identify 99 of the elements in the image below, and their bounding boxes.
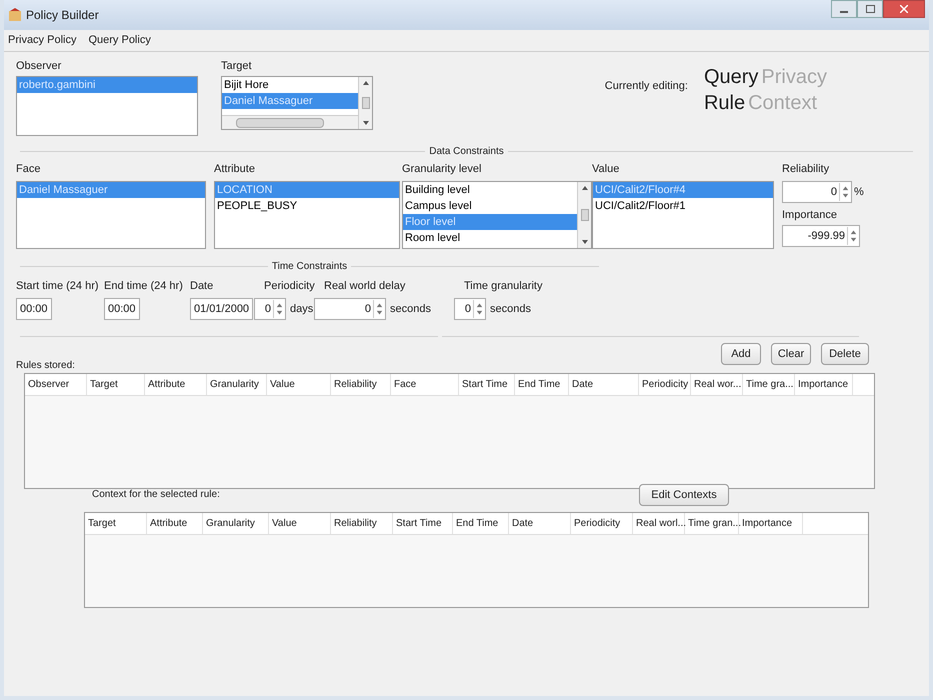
column-header[interactable]: Face xyxy=(391,374,459,395)
list-item[interactable]: Bijit Hore xyxy=(222,77,358,93)
text-field[interactable]: 01/01/2000 xyxy=(190,298,254,320)
column-header[interactable]: Attribute xyxy=(147,513,203,534)
column-header[interactable]: Granularity xyxy=(207,374,267,395)
list-item[interactable]: Room level xyxy=(403,230,577,246)
vertical-scrollbar[interactable] xyxy=(358,77,372,129)
list-box[interactable]: UCI/Calit2/Floor#4 UCI/Calit2/Floor#1 xyxy=(592,181,774,249)
column-header[interactable]: End Time xyxy=(515,374,569,395)
field-label: Attribute xyxy=(214,162,256,177)
column-header[interactable]: Reliability xyxy=(331,513,393,534)
text-field[interactable]: 00:00 xyxy=(16,298,52,320)
unit-label: seconds xyxy=(490,302,531,317)
field-label: Periodicity xyxy=(263,279,314,294)
spinner-arrows-icon[interactable] xyxy=(473,300,485,318)
list-box[interactable]: Building level Campus level Floor level Room level xyxy=(402,181,592,249)
spinner-field[interactable]: 0 xyxy=(454,298,486,320)
editing-mode: Query xyxy=(704,65,758,90)
field-label: Face xyxy=(16,162,42,177)
unit-label: days xyxy=(290,302,314,317)
column-header[interactable]: Target xyxy=(87,374,145,395)
spinner-field[interactable]: -999.99 xyxy=(782,225,860,247)
column-header[interactable]: Reliability xyxy=(331,374,391,395)
field-label: Observer xyxy=(16,59,62,74)
column-header[interactable]: Importance xyxy=(795,374,853,395)
up-arrow-icon[interactable] xyxy=(362,81,368,85)
push-button[interactable]: Add xyxy=(721,343,761,365)
menu-item[interactable]: Privacy Policy xyxy=(8,32,76,49)
maximize-icon xyxy=(866,5,874,13)
maximize-button[interactable] xyxy=(857,0,883,18)
section-title: Data Constraints xyxy=(429,145,504,159)
list-box[interactable]: LOCATION PEOPLE_BUSY xyxy=(214,181,400,249)
section-label: Context for the selected rule: xyxy=(92,488,221,502)
column-header[interactable]: Target xyxy=(85,513,147,534)
field-label: Target xyxy=(221,59,253,74)
column-header[interactable]: Periodicity xyxy=(639,374,691,395)
spinner-arrows-icon[interactable] xyxy=(847,227,859,245)
vertical-scrollbar[interactable] xyxy=(577,182,591,248)
text-field[interactable]: 00:00 xyxy=(104,298,140,320)
editing-mode: Privacy xyxy=(761,65,827,90)
column-header[interactable]: Time gra... xyxy=(743,374,795,395)
field-label: Date xyxy=(190,279,214,294)
down-arrow-icon[interactable] xyxy=(362,121,368,125)
column-header[interactable]: Importance xyxy=(739,513,803,534)
up-arrow-icon[interactable] xyxy=(582,186,588,190)
window-title: Policy Builder xyxy=(26,7,99,24)
unit-label: % xyxy=(854,184,864,200)
push-button[interactable]: Edit Contexts xyxy=(639,484,729,506)
section-label: Rules stored: xyxy=(16,359,76,373)
editing-mode: Rule xyxy=(704,91,746,116)
spinner-arrows-icon[interactable] xyxy=(839,183,851,201)
minimize-button[interactable] xyxy=(831,0,857,18)
spinner-field[interactable]: 0 xyxy=(254,298,286,320)
editing-label: Currently editing: xyxy=(604,79,688,94)
field-label: Importance xyxy=(782,208,838,223)
list-item[interactable]: Campus level xyxy=(403,198,577,214)
field-label: End time (24 hr) xyxy=(104,279,184,294)
column-header[interactable]: End Time xyxy=(453,513,509,534)
column-header[interactable]: Periodicity xyxy=(571,513,633,534)
push-button[interactable]: Delete xyxy=(821,343,869,365)
scroll-thumb[interactable] xyxy=(580,209,588,221)
column-header[interactable]: Value xyxy=(267,374,331,395)
column-header[interactable]: Date xyxy=(569,374,639,395)
column-header[interactable]: Start Time xyxy=(393,513,453,534)
spinner-field[interactable]: 0 xyxy=(782,181,852,203)
close-button[interactable] xyxy=(883,0,925,18)
column-header[interactable]: Observer xyxy=(25,374,87,395)
field-label: Real world delay xyxy=(323,279,406,294)
column-header[interactable]: Granularity xyxy=(203,513,269,534)
scroll-thumb[interactable] xyxy=(236,118,324,128)
list-item[interactable]: Building level xyxy=(403,182,577,198)
down-arrow-icon[interactable] xyxy=(582,240,588,244)
column-header[interactable]: Real worl... xyxy=(633,513,685,534)
spinner-arrows-icon[interactable] xyxy=(273,300,285,318)
field-label: Time granularity xyxy=(463,279,544,294)
field-label: Value xyxy=(592,162,620,177)
close-icon xyxy=(900,5,908,13)
horizontal-scrollbar[interactable] xyxy=(222,115,358,129)
unit-label: seconds xyxy=(390,302,431,317)
column-header[interactable]: Start Time xyxy=(459,374,515,395)
field-label: Reliability xyxy=(782,162,830,177)
section-title: Time Constraints xyxy=(272,260,348,274)
push-button[interactable]: Clear xyxy=(771,343,811,365)
column-header[interactable]: Attribute xyxy=(145,374,207,395)
list-box[interactable]: Bijit Hore Daniel Massaguer xyxy=(221,76,373,130)
app-icon xyxy=(8,8,22,22)
list-item[interactable]: PEOPLE_BUSY xyxy=(215,198,399,214)
editing-mode: Context xyxy=(748,91,818,116)
scroll-thumb[interactable] xyxy=(362,97,370,109)
column-header[interactable]: Date xyxy=(509,513,571,534)
list-item[interactable]: UCI/Calit2/Floor#1 xyxy=(593,198,773,214)
spinner-field[interactable]: 0 xyxy=(314,298,386,320)
field-label: Start time (24 hr) xyxy=(16,279,100,294)
column-header[interactable]: Time gran... xyxy=(685,513,739,534)
menu-item[interactable]: Query Policy xyxy=(88,32,151,49)
field-label: Granularity level xyxy=(402,162,482,177)
column-header[interactable]: Value xyxy=(269,513,331,534)
spinner-arrows-icon[interactable] xyxy=(373,300,385,318)
column-header[interactable]: Real wor... xyxy=(691,374,743,395)
